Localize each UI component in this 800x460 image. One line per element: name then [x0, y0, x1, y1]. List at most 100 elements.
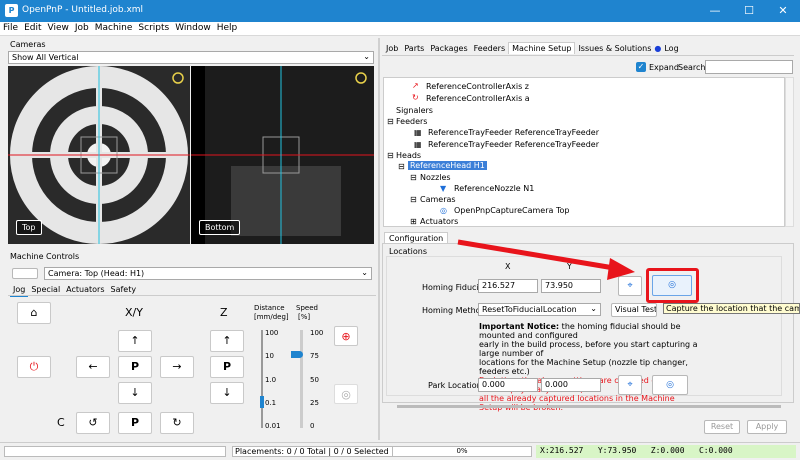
tree-item-actuators[interactable]: Actuators — [420, 217, 458, 226]
speed-label: Speed — [296, 304, 318, 312]
camera-capture-icon: ◎ — [668, 280, 676, 290]
capture-camera-button[interactable]: ◎ — [652, 275, 692, 296]
c-park-button[interactable]: P — [118, 412, 152, 434]
speed-slider-track[interactable] — [300, 330, 303, 428]
tree-toggle-feeders[interactable]: ⊟ — [387, 117, 394, 126]
tree-item-signalers[interactable]: Signalers — [396, 106, 433, 115]
tree-item-cameras[interactable]: Cameras — [420, 195, 456, 204]
search-label: Search — [678, 63, 706, 72]
power-icon: ⏻ — [29, 360, 39, 373]
tab-special[interactable]: Special — [28, 284, 63, 295]
tree-toggle-nozzles[interactable]: ⊟ — [410, 173, 417, 182]
park-location-y[interactable]: 0.000 — [541, 378, 601, 392]
speed-tick-0: 0 — [310, 422, 315, 430]
tab-issues[interactable]: Issues & Solutions — [575, 43, 654, 54]
homing-method-value: ResetToFiducialLocation — [482, 305, 577, 314]
split-divider[interactable] — [378, 38, 380, 440]
tab-parts[interactable]: Parts — [401, 43, 427, 54]
tree-item-heads[interactable]: Heads — [396, 151, 421, 160]
nozzle-tool-button[interactable]: ⊕ — [334, 326, 358, 346]
park-location-x[interactable]: 0.000 — [478, 378, 538, 392]
tree-item-camera-top[interactable]: OpenPnpCaptureCamera Top — [454, 206, 569, 215]
park-capture-nozzle-button[interactable]: ⌖ — [618, 375, 642, 395]
machine-controls-heading: Machine Controls — [10, 252, 80, 261]
tree-item-nozzle-n1[interactable]: ReferenceNozzle N1 — [454, 184, 534, 193]
menu-edit[interactable]: Edit — [21, 22, 44, 34]
tab-safety[interactable]: Safety — [108, 284, 140, 295]
c-ccw-button[interactable]: ↺ — [76, 412, 110, 434]
tree-item-feeder-1[interactable]: ReferenceTrayFeeder ReferenceTrayFeeder — [428, 128, 599, 137]
menu-help[interactable]: Help — [214, 22, 241, 34]
menu-scripts[interactable]: Scripts — [135, 22, 172, 34]
tab-feeders[interactable]: Feeders — [471, 43, 508, 54]
z-up-button[interactable]: ↑ — [210, 330, 244, 352]
locations-heading: Locations — [389, 247, 428, 256]
homing-fiducial-y[interactable]: 73.950 — [541, 279, 601, 293]
z-down-button[interactable]: ↓ — [210, 382, 244, 404]
xy-park-button[interactable]: P — [118, 356, 152, 378]
distance-slider-track[interactable] — [261, 330, 263, 428]
top-camera-view[interactable]: Top — [8, 66, 190, 244]
tree-toggle-head[interactable]: ⊟ — [398, 162, 405, 171]
tab-log[interactable]: Log — [661, 43, 681, 54]
close-button[interactable]: ✕ — [766, 0, 800, 22]
menu-window[interactable]: Window — [172, 22, 214, 34]
config-scrollbar[interactable] — [397, 405, 781, 408]
notice-bold: Important Notice: — [479, 322, 560, 331]
menu-view[interactable]: View — [45, 22, 72, 34]
tree-item-feeders[interactable]: Feeders — [396, 117, 427, 126]
minimize-button[interactable]: — — [698, 0, 732, 22]
reset-button[interactable]: Reset — [704, 420, 740, 434]
tree-toggle-actuators[interactable]: ⊞ — [410, 217, 417, 226]
tree-toggle-heads[interactable]: ⊟ — [387, 151, 394, 160]
speed-tick-75: 75 — [310, 352, 319, 360]
tree-item-axis-a[interactable]: ReferenceControllerAxis a — [426, 94, 530, 103]
cameras-heading: Cameras — [10, 40, 46, 49]
y-up-button[interactable]: ↑ — [118, 330, 152, 352]
maximize-button[interactable]: ☐ — [732, 0, 766, 22]
camera-view-select[interactable]: Show All Vertical ⌄ — [8, 51, 374, 64]
home-icon: ⌂ — [30, 306, 38, 319]
dro-x: X:216.527 — [540, 446, 584, 455]
menu-file[interactable]: File — [0, 22, 21, 34]
machine-camera-select[interactable]: Camera: Top (Head: H1) ⌄ — [44, 267, 372, 280]
speed-slider-thumb[interactable] — [291, 351, 303, 358]
tab-job[interactable]: Job — [383, 43, 401, 54]
tree-item-feeder-2[interactable]: ReferenceTrayFeeder ReferenceTrayFeeder — [428, 140, 599, 149]
c-label: C — [57, 416, 65, 429]
camera-tool-button[interactable]: ◎ — [334, 384, 358, 404]
home-button[interactable]: ⌂ — [17, 302, 51, 324]
power-button[interactable]: ⏻ — [17, 356, 51, 378]
tree-item-nozzles[interactable]: Nozzles — [420, 173, 451, 182]
capture-icon: ⌖ — [627, 281, 633, 291]
tab-packages[interactable]: Packages — [427, 43, 470, 54]
x-right-button[interactable]: → — [160, 356, 194, 378]
collapse-button[interactable] — [12, 268, 38, 279]
homing-method-select[interactable]: ResetToFiducialLocation ⌄ — [478, 303, 601, 316]
z-park-button[interactable]: P — [210, 356, 244, 378]
menu-job[interactable]: Job — [72, 22, 92, 34]
tree-item-head-h1[interactable]: ReferenceHead H1 — [408, 161, 487, 170]
bottom-camera-view[interactable]: Bottom — [191, 66, 374, 244]
x-left-button[interactable]: ← — [76, 356, 110, 378]
homing-fiducial-x[interactable]: 216.527 — [478, 279, 538, 293]
search-input[interactable] — [705, 60, 793, 74]
expand-checkbox[interactable]: ✓ — [636, 62, 646, 72]
tab-actuators[interactable]: Actuators — [63, 284, 107, 295]
nozzle-icon: ▼ — [440, 184, 447, 193]
y-down-button[interactable]: ↓ — [118, 382, 152, 404]
visual-test-button[interactable]: Visual Test — [611, 303, 657, 317]
machine-camera-select-value: Camera: Top (Head: H1) — [48, 269, 145, 278]
tree-toggle-cameras[interactable]: ⊟ — [410, 195, 417, 204]
tab-machine-setup[interactable]: Machine Setup — [508, 42, 576, 54]
distance-slider-thumb[interactable] — [260, 396, 264, 408]
speed-tick-25: 25 — [310, 399, 319, 407]
menu-machine[interactable]: Machine — [92, 22, 136, 34]
apply-button[interactable]: Apply — [747, 420, 787, 434]
title-bar: P OpenPnP - Untitled.job.xml — ☐ ✕ — [0, 0, 800, 22]
dro-readout[interactable]: X:216.527 Y:73.950 Z:0.000 C:0.000 — [536, 445, 796, 458]
tree-item-axis-z[interactable]: ReferenceControllerAxis z — [426, 82, 529, 91]
c-cw-button[interactable]: ↻ — [160, 412, 194, 434]
park-capture-camera-button[interactable]: ◎ — [652, 375, 688, 395]
tree-scrollbar[interactable] — [785, 77, 794, 227]
